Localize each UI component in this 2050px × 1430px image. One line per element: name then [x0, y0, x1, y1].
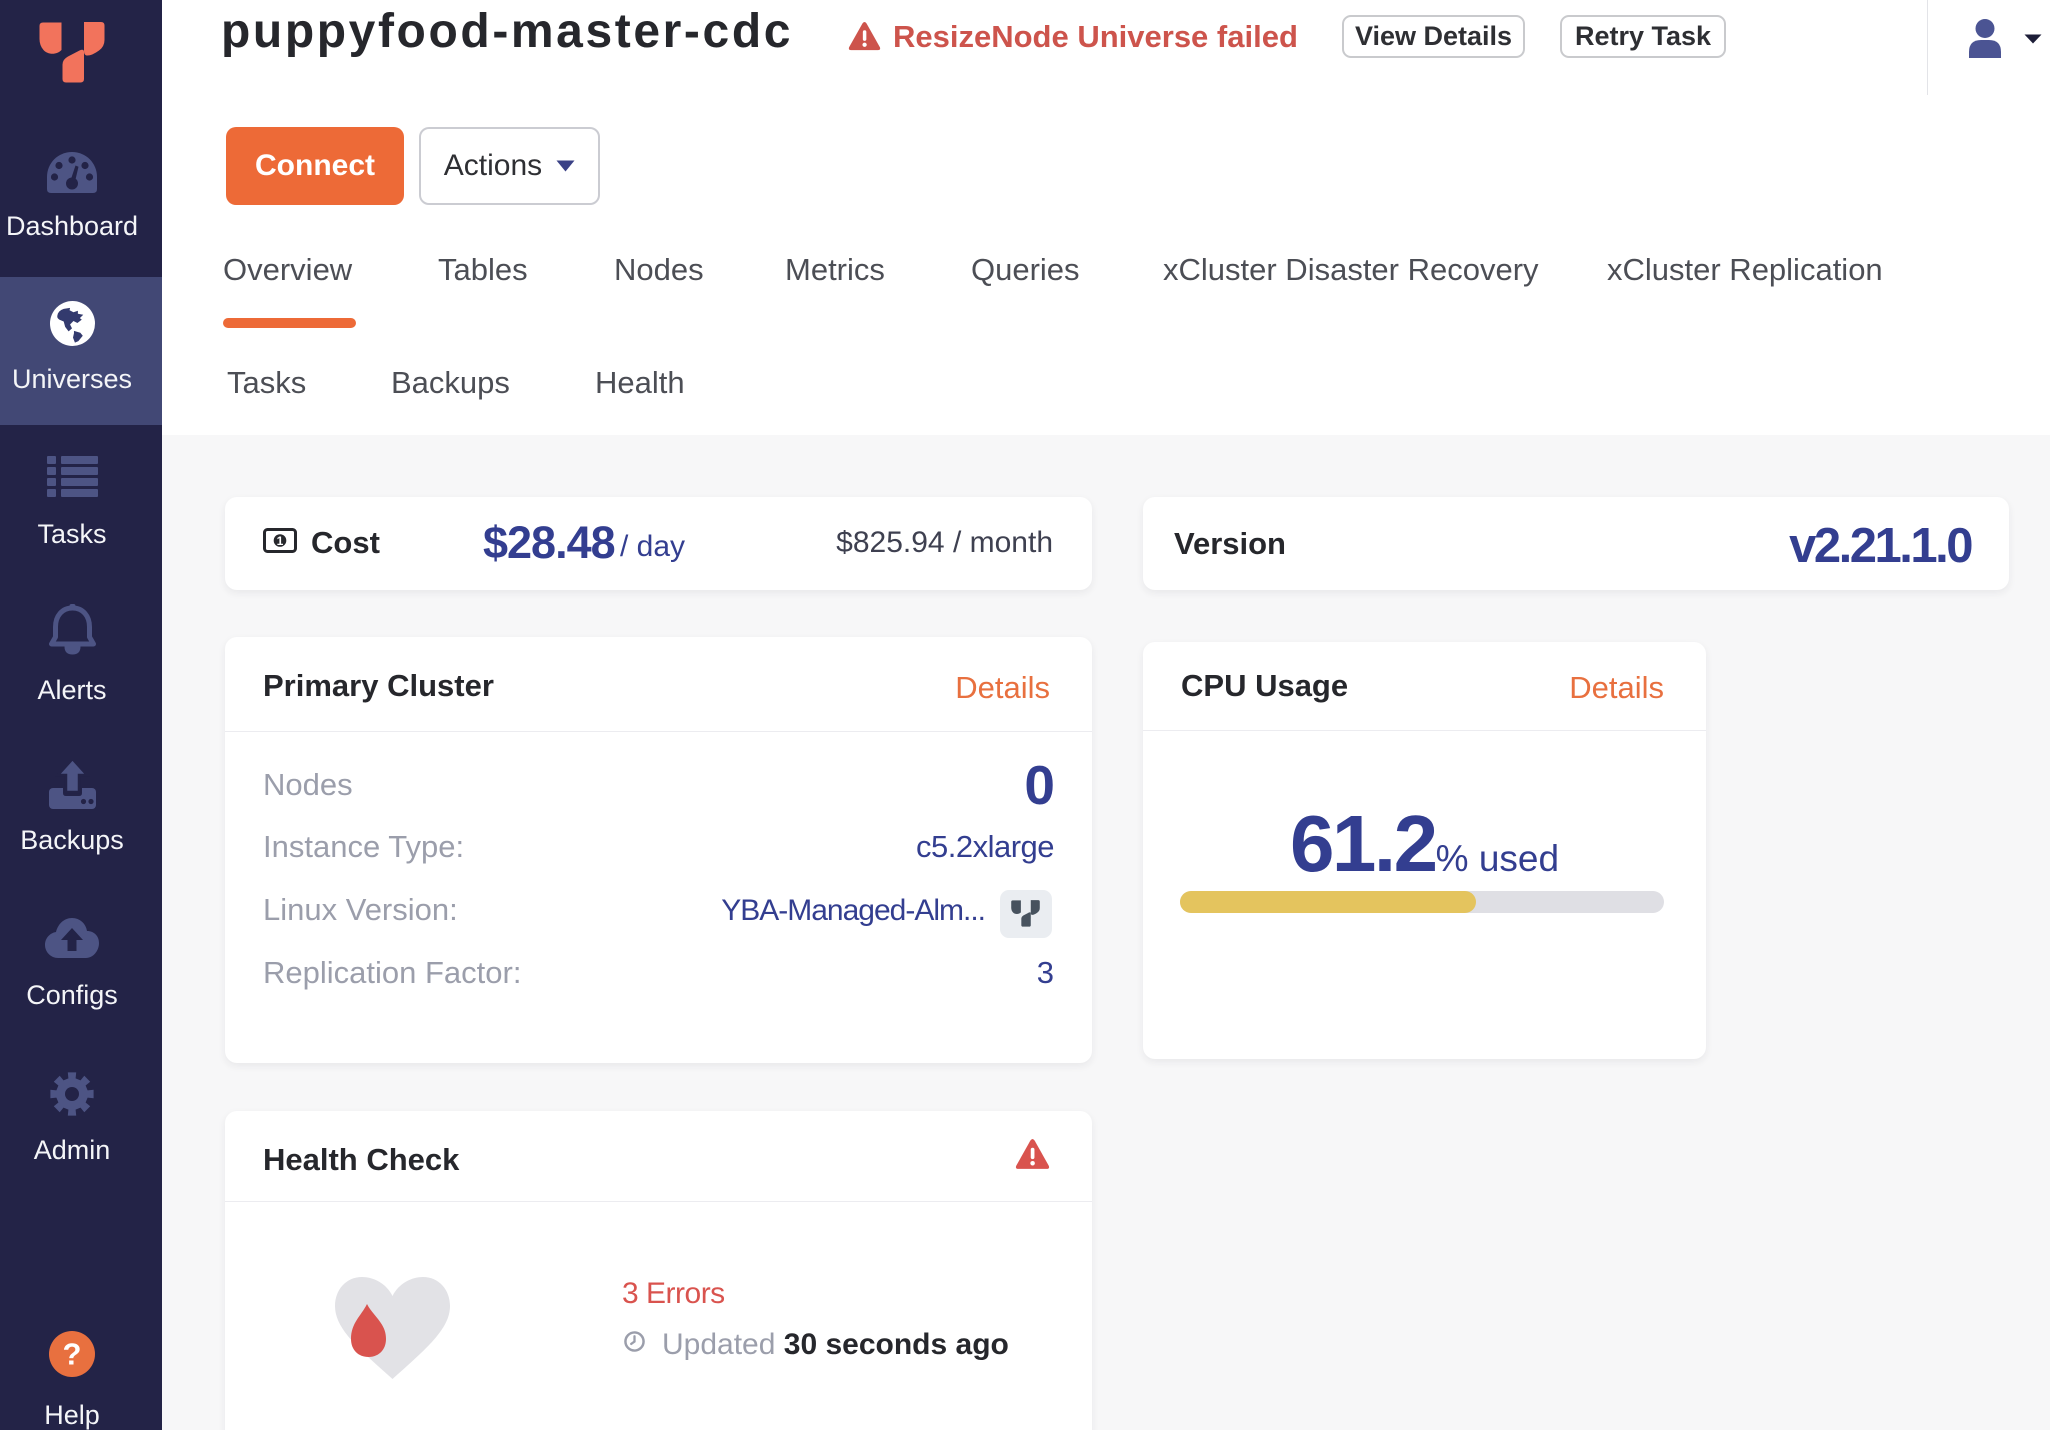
svg-text:?: ?	[63, 1337, 82, 1372]
svg-text:1: 1	[277, 534, 284, 548]
